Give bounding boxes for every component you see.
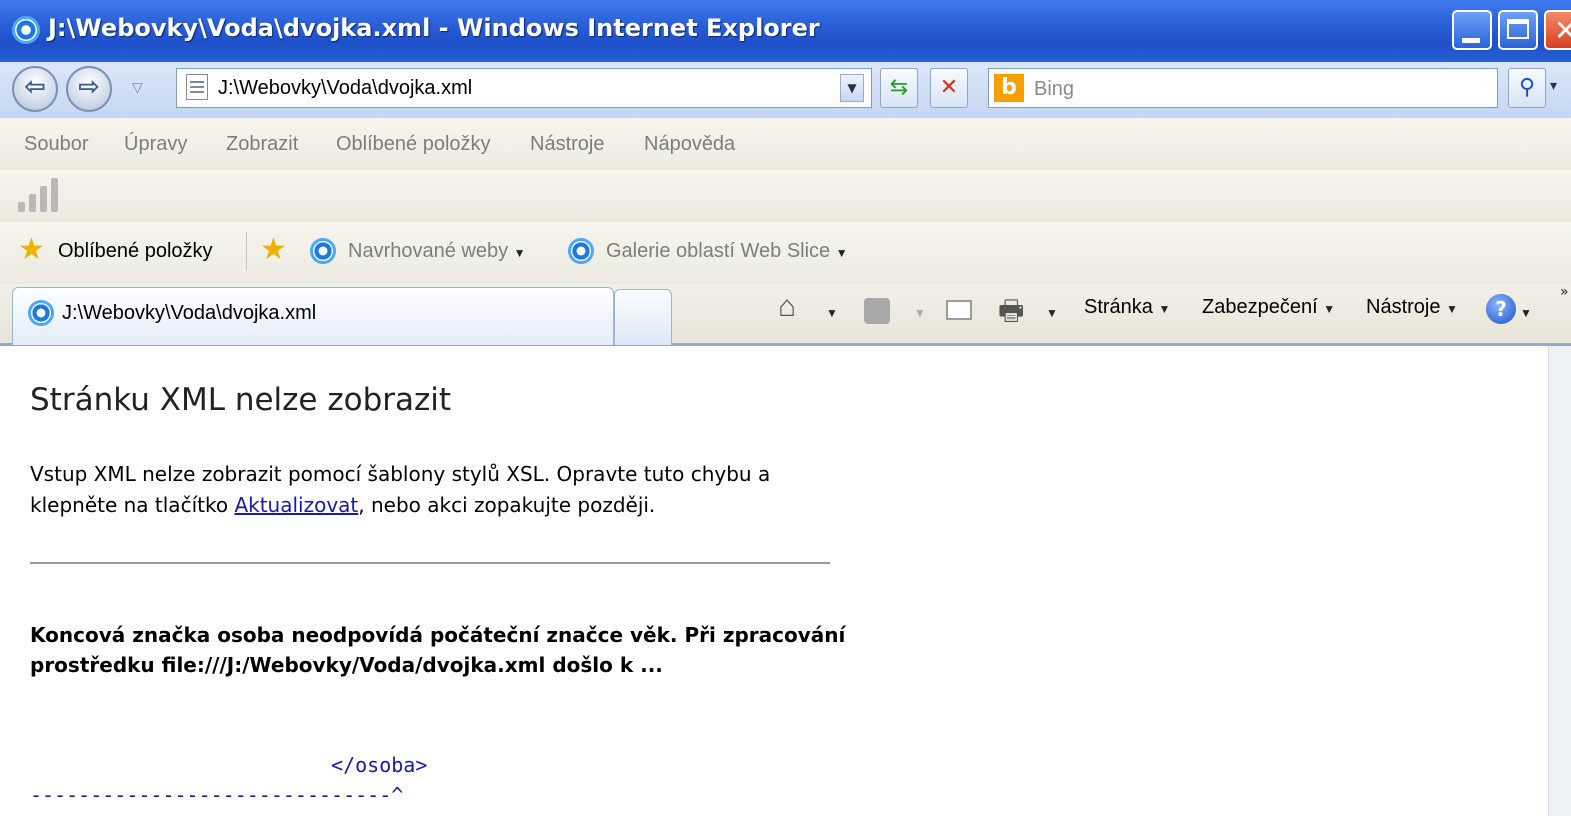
forward-button[interactable]: ⇨ bbox=[66, 66, 112, 112]
chevron-more-icon[interactable]: » bbox=[1560, 284, 1569, 300]
security-menu-button[interactable]: Zabezpečení ▼ bbox=[1202, 296, 1335, 319]
web-slice-gallery-button[interactable]: Galerie oblastí Web Slice ▼ bbox=[606, 240, 848, 263]
maximize-icon bbox=[1507, 19, 1529, 39]
suggested-sites-icon bbox=[310, 238, 336, 264]
page-menu-button[interactable]: Stránka ▼ bbox=[1084, 296, 1170, 319]
refresh-arrows-icon: ⇆ bbox=[889, 75, 909, 100]
help-icon[interactable]: ? bbox=[1486, 294, 1516, 324]
search-options-icon[interactable]: ▾ bbox=[1550, 78, 1557, 94]
back-button[interactable]: ⇦ bbox=[12, 66, 58, 112]
vertical-scrollbar[interactable] bbox=[1548, 346, 1571, 816]
rss-dropdown-icon: ▼ bbox=[914, 306, 926, 320]
new-tab-button[interactable] bbox=[614, 289, 672, 345]
menu-edit[interactable]: Úpravy bbox=[124, 133, 187, 156]
back-arrow-icon: ⇦ bbox=[24, 72, 46, 102]
divider bbox=[30, 562, 830, 564]
error-source: </osoba> ------------------------------^ bbox=[30, 750, 427, 810]
add-to-favorites-icon[interactable]: ★ bbox=[260, 232, 287, 267]
stop-icon: ✕ bbox=[939, 75, 959, 100]
go-refresh-button[interactable]: ⇆ bbox=[880, 68, 918, 108]
refresh-link[interactable]: Aktualizovat bbox=[234, 493, 358, 517]
address-dropdown-button[interactable]: ▼ bbox=[840, 74, 864, 102]
menu-help[interactable]: Nápověda bbox=[644, 133, 735, 156]
tab-label: J:\Webovky\Voda\dvojka.xml bbox=[62, 302, 317, 324]
history-dropdown-icon[interactable]: ▽ bbox=[132, 80, 143, 96]
search-button[interactable]: ⚲ bbox=[1508, 68, 1546, 108]
menu-view[interactable]: Zobrazit bbox=[226, 133, 298, 156]
close-icon: ✕ bbox=[1554, 14, 1571, 47]
tools-menu-button[interactable]: Nástroje ▼ bbox=[1366, 296, 1458, 319]
security-menu-label: Zabezpečení bbox=[1202, 296, 1318, 318]
separator bbox=[246, 232, 247, 270]
address-url: J:\Webovky\Voda\dvojka.xml bbox=[218, 77, 473, 99]
error-source-pointer: ------------------------------^ bbox=[30, 783, 404, 807]
error-source-line: </osoba> bbox=[30, 753, 428, 777]
forward-arrow-icon: ⇨ bbox=[78, 72, 100, 102]
menu-file[interactable]: Soubor bbox=[24, 133, 89, 156]
suggested-sites-button[interactable]: Navrhované weby ▼ bbox=[348, 240, 526, 263]
ie-logo-icon bbox=[12, 16, 40, 44]
error-detail: Koncová značka osoba neodpovídá počátečn… bbox=[30, 623, 846, 677]
magnifier-icon: ⚲ bbox=[1518, 75, 1536, 100]
tab-ie-icon bbox=[28, 300, 54, 326]
toolbar-strip bbox=[0, 170, 1571, 222]
menu-favorites[interactable]: Oblíbené položky bbox=[336, 133, 491, 156]
help-dropdown-icon[interactable]: ▼ bbox=[1520, 300, 1532, 323]
read-mail-icon[interactable] bbox=[946, 300, 972, 320]
home-dropdown-icon[interactable]: ▼ bbox=[826, 300, 838, 323]
search-placeholder: Bing bbox=[1034, 78, 1075, 100]
maximize-button[interactable] bbox=[1498, 10, 1538, 50]
menu-tools[interactable]: Nástroje bbox=[530, 133, 604, 156]
tools-menu-label: Nástroje bbox=[1366, 296, 1441, 318]
signal-bars-icon bbox=[18, 178, 58, 212]
close-button[interactable]: ✕ bbox=[1544, 10, 1571, 50]
favorites-star-icon: ★ bbox=[18, 232, 45, 267]
minimize-icon bbox=[1462, 38, 1480, 43]
minimize-button[interactable] bbox=[1452, 10, 1492, 50]
home-icon[interactable]: ⌂ bbox=[778, 290, 796, 324]
window-title: J:\Webovky\Voda\dvojka.xml - Windows Int… bbox=[48, 14, 820, 42]
page-icon bbox=[186, 74, 208, 100]
bing-logo-icon: b bbox=[994, 74, 1024, 102]
page-menu-label: Stránka bbox=[1084, 296, 1153, 318]
print-icon[interactable]: 🖶 bbox=[998, 290, 1024, 338]
print-dropdown-icon[interactable]: ▼ bbox=[1046, 300, 1058, 323]
favorites-button[interactable]: Oblíbené položky bbox=[58, 240, 213, 263]
rss-feed-icon[interactable] bbox=[864, 298, 890, 324]
error-description: Vstup XML nelze zobrazit pomocí šablony … bbox=[30, 459, 830, 521]
web-slice-gallery-label: Galerie oblastí Web Slice bbox=[606, 240, 831, 262]
web-slice-icon bbox=[568, 238, 594, 264]
stop-button[interactable]: ✕ bbox=[930, 68, 968, 108]
suggested-sites-label: Navrhované weby bbox=[348, 240, 509, 262]
error-description-text-end: , nebo akci zopakujte později. bbox=[358, 493, 656, 517]
error-title: Stránku XML nelze zobrazit bbox=[30, 382, 452, 418]
